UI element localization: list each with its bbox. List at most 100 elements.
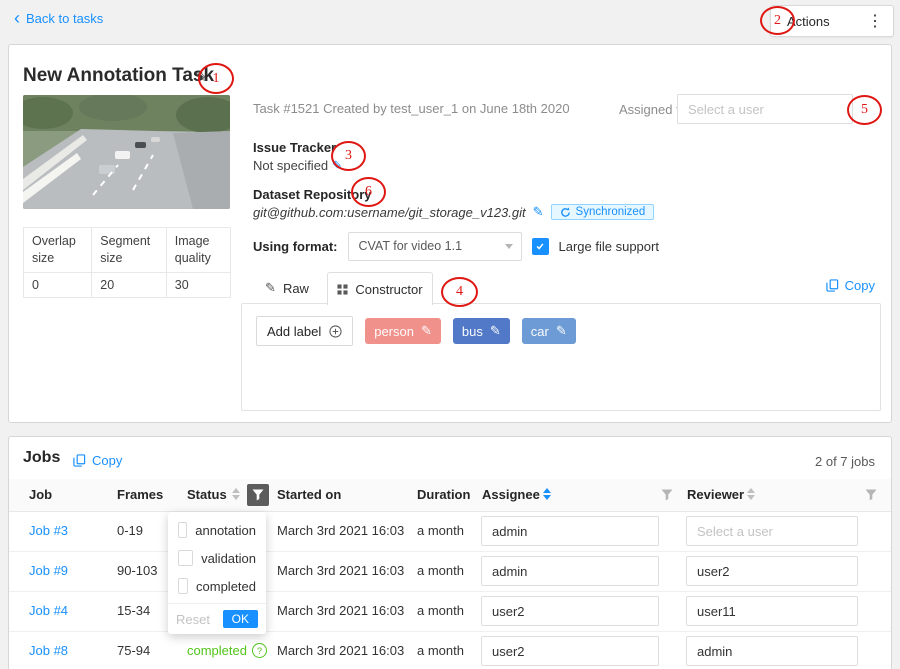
- edit-label-icon[interactable]: ✎: [490, 323, 501, 339]
- param-header: Image quality: [166, 228, 230, 273]
- reviewer-select[interactable]: [686, 556, 858, 586]
- pencil-icon: ✎: [265, 280, 276, 296]
- back-to-tasks-label: Back to tasks: [26, 11, 103, 26]
- frames-cell: 0-19: [117, 523, 143, 538]
- dataset-repository-value: git@github.com:username/git_storage_v123…: [253, 205, 526, 220]
- col-frames: Frames: [117, 487, 163, 502]
- filter-option-validation[interactable]: validation: [168, 544, 266, 572]
- col-reviewer[interactable]: Reviewer: [687, 487, 744, 502]
- tab-raw[interactable]: ✎ Raw: [255, 273, 319, 303]
- job-link[interactable]: Job #4: [29, 603, 68, 618]
- job-link[interactable]: Job #9: [29, 563, 68, 578]
- large-file-label: Large file support: [559, 239, 659, 254]
- filter-option-completed[interactable]: completed: [168, 572, 266, 600]
- constructor-icon: [337, 284, 348, 295]
- job-link[interactable]: Job #8: [29, 643, 68, 658]
- col-duration: Duration: [417, 487, 470, 502]
- param-value: 20: [92, 272, 167, 297]
- label-chip-bus[interactable]: bus ✎: [453, 318, 510, 344]
- status-filter-icon[interactable]: [247, 484, 269, 506]
- format-select-value: CVAT for video 1.1: [359, 239, 463, 253]
- filter-footer: Reset OK: [168, 603, 266, 634]
- edit-label-icon[interactable]: ✎: [556, 323, 567, 339]
- road-scene-image: [23, 95, 230, 209]
- large-file-checkbox[interactable]: [532, 238, 549, 255]
- ok-button[interactable]: OK: [223, 610, 258, 628]
- assignee-sort-icon[interactable]: [543, 488, 551, 500]
- checkbox[interactable]: [178, 522, 187, 538]
- callout-6: 6: [351, 177, 386, 207]
- job-link[interactable]: Job #3: [29, 523, 68, 538]
- format-select[interactable]: CVAT for video 1.1: [348, 232, 522, 261]
- assignee-filter-icon[interactable]: [661, 489, 673, 504]
- check-icon: [535, 241, 545, 251]
- label-chip-person[interactable]: person ✎: [365, 318, 441, 344]
- param-value: 0: [24, 272, 92, 297]
- edit-repository-icon[interactable]: ✎: [533, 204, 544, 220]
- filter-option-annotation[interactable]: annotation: [168, 516, 266, 544]
- chevron-down-icon: [505, 244, 513, 249]
- reviewer-select[interactable]: [686, 596, 858, 626]
- more-menu-icon[interactable]: ⋮: [865, 11, 885, 31]
- checkbox[interactable]: [178, 550, 193, 566]
- reviewer-select[interactable]: [686, 636, 858, 666]
- reviewer-select[interactable]: [686, 516, 858, 546]
- issue-tracker-label: Issue Tracker: [253, 140, 336, 155]
- labels-constructor-panel: Add label person ✎ bus ✎ car ✎: [241, 303, 881, 411]
- callout-4: 4: [441, 277, 478, 307]
- synchronized-badge[interactable]: Synchronized: [551, 204, 655, 220]
- back-to-tasks-link[interactable]: ‹ Back to tasks: [14, 11, 103, 26]
- param-value: 30: [166, 272, 230, 297]
- task-details-card: New Annotation Task ✎: [8, 44, 892, 423]
- started-cell: March 3rd 2021 16:03: [277, 603, 404, 618]
- status-sort-icon[interactable]: [232, 488, 240, 500]
- dataset-repository-row: git@github.com:username/git_storage_v123…: [253, 204, 654, 220]
- col-started: Started on: [277, 487, 341, 502]
- duration-cell: a month: [417, 563, 464, 578]
- callout-2: 2: [760, 6, 795, 35]
- label-chip-car[interactable]: car ✎: [522, 318, 576, 344]
- jobs-card: Jobs Copy 2 of 7 jobs Job Frames Status …: [8, 436, 892, 669]
- duration-cell: a month: [417, 643, 464, 658]
- chevron-left-icon: ‹: [14, 11, 20, 25]
- col-assignee[interactable]: Assignee: [482, 487, 540, 502]
- plus-circle-icon: [329, 325, 342, 338]
- task-preview-image: [23, 95, 230, 209]
- assignee-select[interactable]: [481, 516, 659, 546]
- reviewer-filter-icon[interactable]: [865, 489, 877, 504]
- add-label-button[interactable]: Add label: [256, 316, 353, 346]
- sync-icon: [560, 207, 571, 218]
- assignee-select[interactable]: [481, 596, 659, 626]
- copy-jobs-button[interactable]: Copy: [73, 453, 122, 468]
- task-meta: Task #1521 Created by test_user_1 on Jun…: [253, 101, 570, 116]
- callout-5: 5: [847, 95, 882, 125]
- task-params-table: Overlap size Segment size Image quality …: [23, 227, 231, 298]
- edit-label-icon[interactable]: ✎: [421, 323, 432, 339]
- copy-icon: [826, 279, 839, 292]
- param-header: Overlap size: [24, 228, 92, 273]
- jobs-table-header: Job Frames Status Started on Duration As…: [9, 479, 891, 512]
- reset-button[interactable]: Reset: [176, 612, 210, 627]
- callout-3: 3: [331, 141, 366, 171]
- copy-labels-button[interactable]: Copy: [826, 278, 875, 293]
- issue-tracker-value: Not specified ✎: [253, 158, 343, 174]
- assignee-select[interactable]: [481, 636, 659, 666]
- question-circle-icon[interactable]: ?: [252, 643, 267, 658]
- assignee-select[interactable]: [481, 556, 659, 586]
- callout-1: 1: [198, 63, 234, 94]
- copy-icon: [73, 454, 86, 467]
- assignee-select[interactable]: [677, 94, 853, 124]
- using-format-label: Using format:: [253, 239, 338, 254]
- started-cell: March 3rd 2021 16:03: [277, 523, 404, 538]
- frames-cell: 15-34: [117, 603, 150, 618]
- table-row: Job #4 15-34 March 3rd 2021 16:03 a mont…: [9, 591, 891, 632]
- reviewer-sort-icon[interactable]: [747, 488, 755, 500]
- duration-cell: a month: [417, 523, 464, 538]
- table-row: Job #9 90-103 March 3rd 2021 16:03 a mon…: [9, 551, 891, 592]
- jobs-title: Jobs: [23, 449, 60, 467]
- page-title: New Annotation Task: [23, 65, 214, 87]
- started-cell: March 3rd 2021 16:03: [277, 643, 404, 658]
- col-status[interactable]: Status: [187, 487, 227, 502]
- tab-constructor[interactable]: Constructor: [327, 272, 433, 305]
- checkbox[interactable]: [178, 578, 188, 594]
